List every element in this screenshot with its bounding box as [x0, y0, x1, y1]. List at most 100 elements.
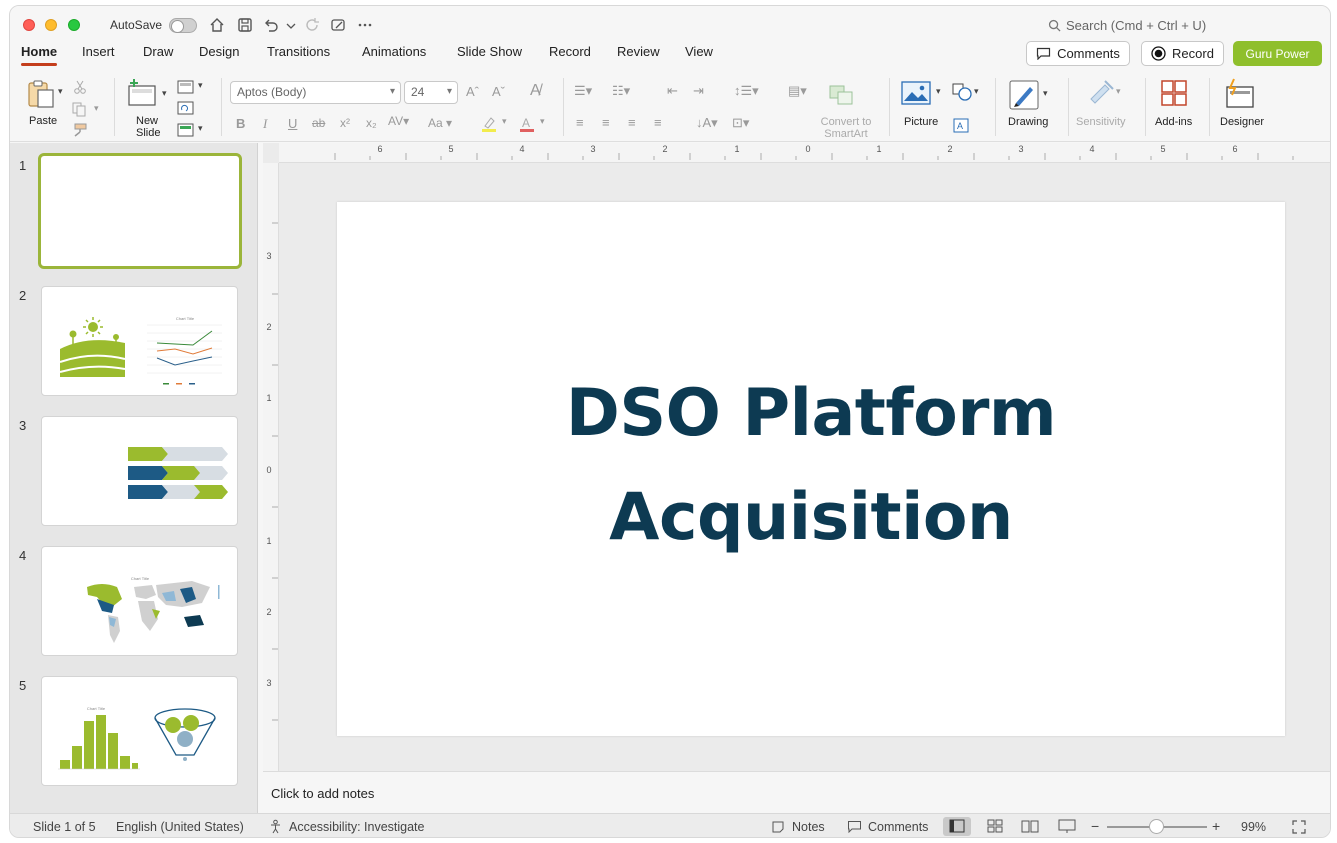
slide-thumbnail-3[interactable] — [41, 416, 238, 526]
increase-indent-icon[interactable]: ⇥ — [693, 83, 704, 99]
zoom-out-icon[interactable]: − — [1091, 818, 1099, 834]
comments-button[interactable]: Comments — [1026, 41, 1130, 66]
shapes-dropdown-chevron-icon[interactable]: ▾ — [974, 86, 979, 97]
drawing-icon[interactable] — [1008, 79, 1040, 111]
sensitivity-icon[interactable] — [1087, 79, 1115, 107]
align-right-icon[interactable]: ≡ — [628, 115, 636, 130]
slide-editor[interactable]: 6 5 4 3 2 1 0 1 2 3 4 5 6 3 2 1 0 1 2 3 … — [263, 143, 1330, 773]
tab-slide-show[interactable]: Slide Show — [457, 44, 522, 63]
tab-record[interactable]: Record — [549, 44, 591, 63]
shapes-icon[interactable] — [952, 83, 972, 101]
font-name-select[interactable]: Aptos (Body) ▾ — [230, 81, 401, 104]
highlight-dropdown-chevron-icon[interactable]: ▾ — [502, 116, 507, 127]
underline-icon[interactable]: U — [288, 116, 297, 131]
paste-icon[interactable] — [25, 78, 57, 110]
text-box-icon[interactable]: A — [953, 118, 969, 133]
fit-to-window-icon[interactable] — [1292, 820, 1306, 834]
more-options-icon[interactable] — [356, 16, 374, 34]
drawing-dropdown-chevron-icon[interactable]: ▾ — [1043, 88, 1048, 99]
bullets-icon[interactable]: ☰▾ — [574, 83, 592, 99]
tab-transitions[interactable]: Transitions — [267, 44, 330, 63]
text-direction-icon[interactable]: ↓A▾ — [696, 115, 718, 131]
undo-icon[interactable] — [262, 16, 280, 34]
superscript-icon[interactable]: x² — [340, 116, 350, 130]
increase-font-size-icon[interactable]: Aˆ — [466, 84, 479, 99]
slide-thumbnail-2[interactable]: Chart Title — [41, 286, 238, 396]
autosave-toggle[interactable] — [169, 18, 197, 33]
sensitivity-dropdown-chevron-icon[interactable]: ▾ — [1116, 86, 1121, 97]
align-center-icon[interactable]: ≡ — [602, 115, 610, 130]
copy-icon[interactable] — [72, 102, 88, 117]
tab-design[interactable]: Design — [199, 44, 239, 63]
clear-formatting-icon[interactable]: A̸ — [530, 82, 541, 100]
slide-thumbnail-1[interactable] — [38, 153, 242, 269]
tab-review[interactable]: Review — [617, 44, 660, 63]
cut-icon[interactable] — [73, 80, 87, 94]
zoom-slider-handle[interactable] — [1149, 819, 1164, 834]
close-window-button[interactable] — [23, 19, 35, 31]
zoom-level[interactable]: 99% — [1241, 820, 1266, 834]
decrease-indent-icon[interactable]: ⇤ — [667, 83, 678, 99]
accessibility-status[interactable]: Accessibility: Investigate — [289, 820, 424, 834]
new-slide-dropdown-chevron-icon[interactable]: ▾ — [162, 88, 167, 99]
strikethrough-icon[interactable]: ab — [312, 116, 325, 130]
undo-dropdown-chevron-icon[interactable] — [282, 16, 300, 34]
bold-icon[interactable]: B — [236, 116, 245, 131]
highlight-color-icon[interactable] — [480, 115, 498, 133]
character-spacing-icon[interactable]: AV▾ — [388, 114, 409, 128]
tab-draw[interactable]: Draw — [143, 44, 173, 63]
slide-canvas[interactable]: DSO Platform Acquisition — [337, 202, 1285, 736]
section-dropdown-chevron-icon[interactable]: ▾ — [198, 123, 203, 134]
redo-icon[interactable] — [303, 16, 321, 34]
slide-sorter-view-button[interactable] — [981, 817, 1009, 836]
copy-dropdown-chevron-icon[interactable]: ▾ — [94, 103, 99, 114]
format-painter-icon[interactable] — [72, 123, 88, 137]
zoom-window-button[interactable] — [68, 19, 80, 31]
slide-thumbnails-pane[interactable]: 1 2 Chart Title 3 4 Chart Title 5 Chart … — [10, 143, 258, 813]
notes-pane[interactable]: Click to add notes — [263, 771, 1330, 813]
guru-power-button[interactable]: Guru Power — [1233, 41, 1322, 66]
home-icon[interactable] — [208, 16, 226, 34]
new-slide-icon[interactable] — [126, 77, 158, 109]
tab-insert[interactable]: Insert — [82, 44, 115, 63]
line-spacing-icon[interactable]: ↕☰▾ — [734, 83, 759, 99]
columns-icon[interactable]: ▤▾ — [788, 83, 807, 99]
zoom-in-icon[interactable]: + — [1212, 818, 1220, 834]
tab-home[interactable]: Home — [21, 44, 58, 66]
italic-icon[interactable]: I — [263, 116, 267, 132]
convert-smartart-icon[interactable] — [828, 82, 856, 106]
slide-thumbnail-5[interactable]: Chart Title — [41, 676, 238, 786]
picture-icon[interactable] — [901, 81, 931, 105]
notes-toggle[interactable]: Notes — [792, 820, 825, 834]
font-color-dropdown-chevron-icon[interactable]: ▾ — [540, 116, 545, 127]
font-color-icon[interactable]: A — [518, 115, 536, 133]
subscript-icon[interactable]: x₂ — [366, 116, 377, 130]
slide-show-view-button[interactable] — [1053, 817, 1081, 836]
align-text-icon[interactable]: ⊡▾ — [732, 115, 749, 131]
slide-title[interactable]: DSO Platform Acquisition — [337, 362, 1285, 570]
accessibility-icon[interactable] — [268, 819, 283, 834]
picture-dropdown-chevron-icon[interactable]: ▾ — [936, 86, 941, 97]
reading-view-button[interactable] — [1016, 817, 1044, 836]
language-status[interactable]: English (United States) — [116, 820, 244, 834]
tab-animations[interactable]: Animations — [362, 44, 426, 63]
tab-view[interactable]: View — [685, 44, 713, 63]
decrease-font-size-icon[interactable]: Aˇ — [492, 84, 505, 99]
record-button[interactable]: Record — [1141, 41, 1224, 66]
add-ins-icon[interactable] — [1160, 79, 1188, 107]
reset-slide-icon[interactable] — [177, 101, 194, 115]
align-left-icon[interactable]: ≡ — [576, 115, 584, 130]
layout-icon[interactable] — [177, 80, 194, 94]
save-icon[interactable] — [236, 16, 254, 34]
designer-icon[interactable] — [1224, 77, 1256, 109]
paste-dropdown-chevron-icon[interactable]: ▾ — [58, 86, 63, 97]
normal-view-button[interactable] — [943, 817, 971, 836]
numbering-icon[interactable]: ☷▾ — [612, 83, 630, 99]
slide-thumbnail-4[interactable]: Chart Title — [41, 546, 238, 656]
font-size-select[interactable]: 24 ▾ — [404, 81, 458, 104]
layout-dropdown-chevron-icon[interactable]: ▾ — [198, 80, 203, 91]
customize-toolbar-icon[interactable] — [329, 16, 347, 34]
minimize-window-button[interactable] — [45, 19, 57, 31]
comments-toggle[interactable]: Comments — [868, 820, 928, 834]
change-case-icon[interactable]: Aa ▾ — [428, 116, 452, 130]
